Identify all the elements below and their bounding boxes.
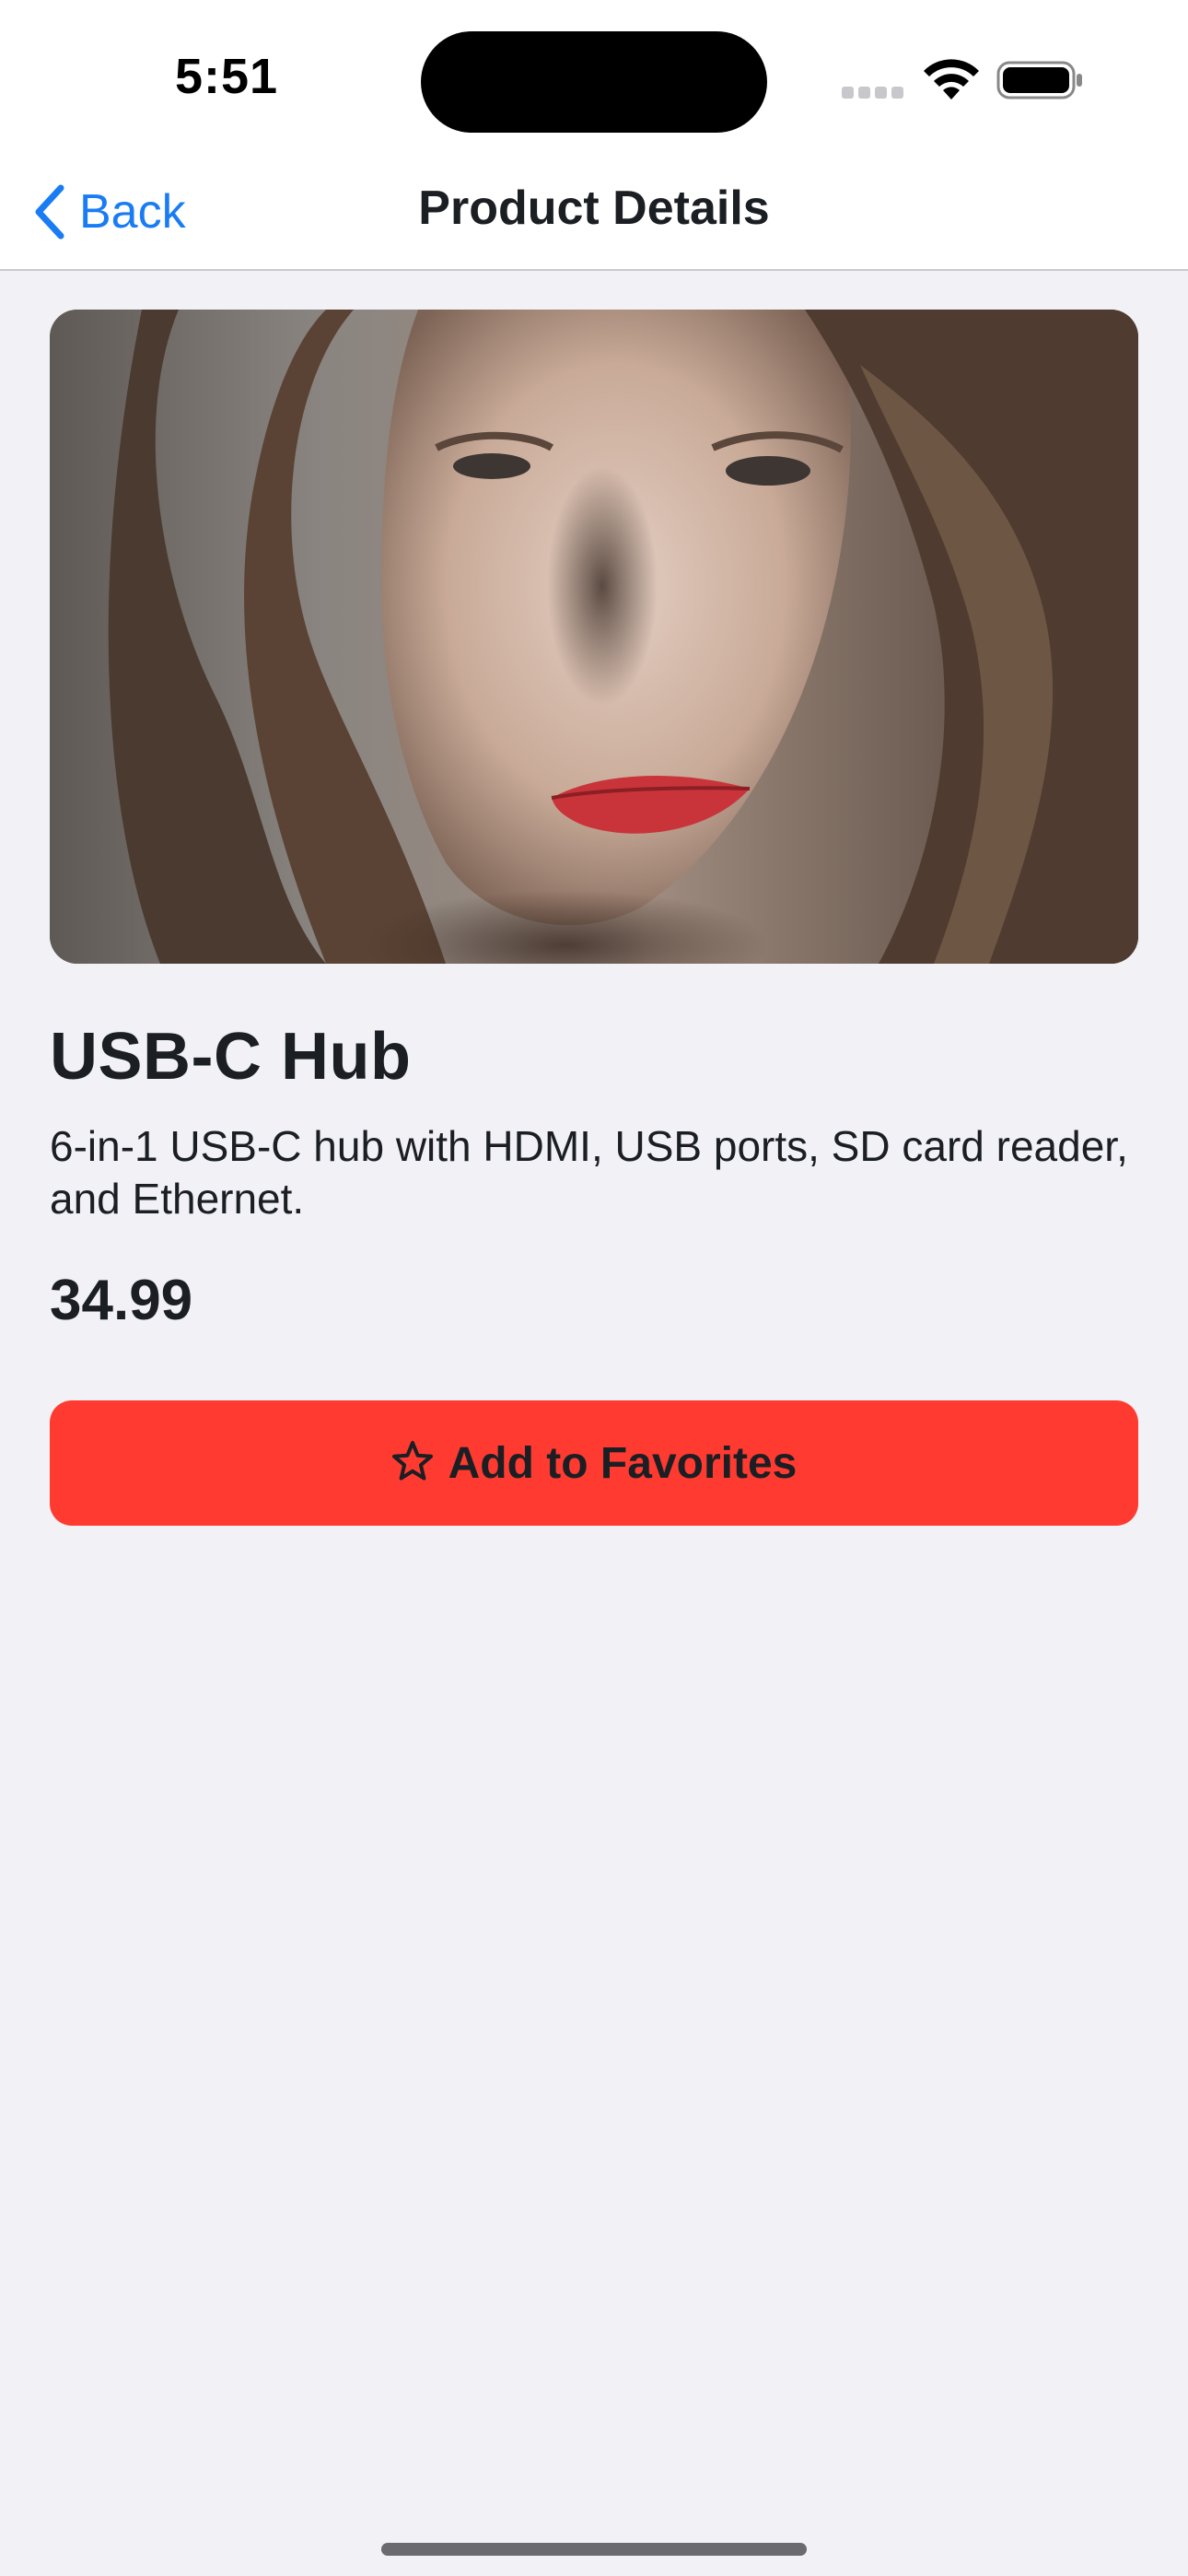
- cellular-signal-icon: [842, 87, 906, 100]
- battery-icon: [996, 59, 1085, 101]
- back-button-label: Back: [79, 185, 186, 239]
- add-to-favorites-label: Add to Favorites: [448, 1438, 798, 1488]
- product-title: USB-C Hub: [50, 1020, 412, 1094]
- chevron-left-icon: [33, 184, 66, 240]
- wifi-icon: [921, 57, 982, 101]
- status-bar: 5:51: [0, 0, 1188, 158]
- product-price: 34.99: [50, 1269, 193, 1332]
- status-time: 5:51: [175, 49, 279, 104]
- star-outline-icon: [391, 1440, 434, 1487]
- navigation-bar: Product Details Back: [0, 158, 1188, 271]
- dynamic-island: [421, 31, 767, 133]
- product-image: [50, 310, 1138, 964]
- home-indicator[interactable]: [381, 2543, 807, 2556]
- back-button[interactable]: Back: [33, 179, 186, 245]
- add-to-favorites-button[interactable]: Add to Favorites: [50, 1400, 1138, 1526]
- product-description: 6-in-1 USB-C hub with HDMI, USB ports, S…: [50, 1122, 1128, 1223]
